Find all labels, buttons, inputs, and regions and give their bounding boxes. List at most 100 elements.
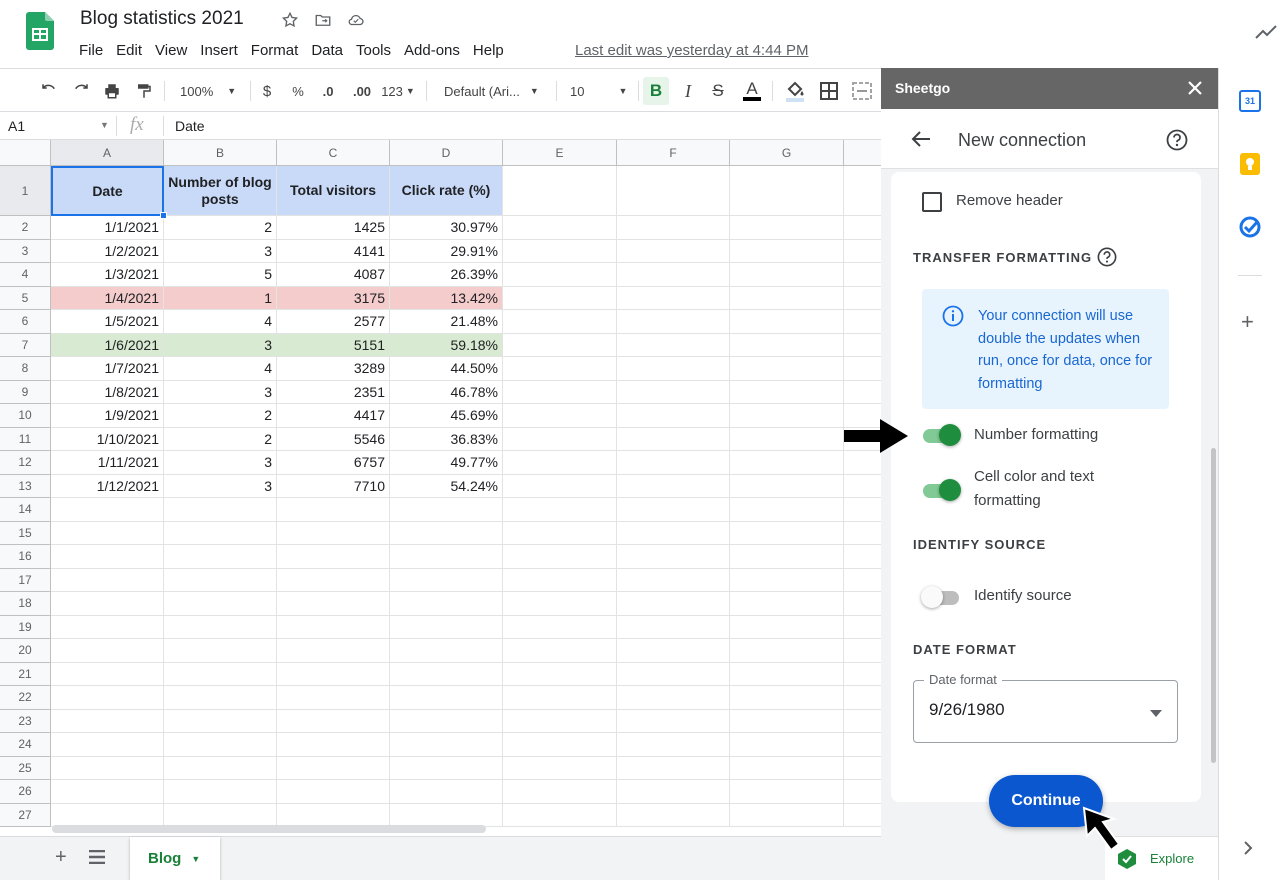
fill-color-icon[interactable]	[782, 69, 808, 113]
empty-cell[interactable]	[844, 663, 881, 686]
help-icon[interactable]	[1166, 129, 1188, 156]
empty-cell[interactable]	[730, 709, 844, 733]
empty-cell[interactable]	[277, 662, 390, 686]
document-title[interactable]: Blog statistics 2021	[80, 8, 244, 30]
empty-cell[interactable]	[503, 709, 617, 733]
empty-cell[interactable]	[617, 639, 730, 663]
empty-cell[interactable]	[503, 733, 617, 757]
empty-cell[interactable]	[844, 804, 881, 827]
empty-cell[interactable]	[617, 333, 730, 357]
empty-cell[interactable]	[617, 380, 730, 404]
chevron-down-icon[interactable]: ▼	[100, 120, 109, 130]
empty-cell[interactable]	[730, 756, 844, 780]
data-cell[interactable]: 2	[164, 216, 277, 240]
empty-cell[interactable]	[503, 521, 617, 545]
close-icon[interactable]	[1187, 80, 1203, 101]
empty-cell[interactable]	[730, 733, 844, 757]
empty-cell[interactable]	[617, 686, 730, 710]
column-header-b[interactable]: B	[164, 140, 277, 166]
empty-cell[interactable]	[844, 545, 881, 569]
data-cell[interactable]: 59.18%	[390, 333, 503, 357]
empty-cell[interactable]	[617, 780, 730, 804]
data-cell[interactable]: 26.39%	[390, 263, 503, 287]
row-header[interactable]: 13	[0, 474, 51, 498]
data-cell[interactable]: 3	[164, 380, 277, 404]
empty-cell[interactable]	[51, 498, 164, 522]
name-box[interactable]: A1	[8, 118, 25, 134]
row-header[interactable]: 11	[0, 427, 51, 451]
empty-cell[interactable]	[51, 686, 164, 710]
empty-cell[interactable]	[617, 756, 730, 780]
row-header[interactable]: 1	[0, 166, 51, 216]
row-header[interactable]: 12	[0, 451, 51, 475]
empty-cell[interactable]	[51, 662, 164, 686]
empty-cell[interactable]	[503, 239, 617, 263]
empty-cell[interactable]	[390, 545, 503, 569]
decrease-decimals-button[interactable]: .0	[316, 69, 340, 113]
row-header[interactable]: 26	[0, 780, 51, 804]
empty-cell[interactable]	[503, 286, 617, 310]
header-cell[interactable]: Total visitors	[277, 166, 390, 216]
empty-cell[interactable]	[503, 803, 617, 827]
empty-cell[interactable]	[277, 709, 390, 733]
column-header-f[interactable]: F	[617, 140, 730, 166]
empty-cell[interactable]	[51, 545, 164, 569]
data-cell[interactable]: 4141	[277, 239, 390, 263]
data-cell[interactable]: 3	[164, 333, 277, 357]
empty-cell[interactable]	[277, 756, 390, 780]
data-cell[interactable]: 3289	[277, 357, 390, 381]
menu-file[interactable]: File	[72, 40, 109, 61]
row-header[interactable]: 16	[0, 545, 51, 569]
identify-source-toggle[interactable]	[921, 585, 961, 609]
empty-cell[interactable]	[617, 615, 730, 639]
date-format-select[interactable]: Date format 9/26/1980	[913, 672, 1178, 743]
empty-cell[interactable]	[390, 662, 503, 686]
empty-cell[interactable]	[51, 615, 164, 639]
row-header[interactable]: 23	[0, 709, 51, 733]
empty-cell[interactable]	[730, 404, 844, 428]
header-cell[interactable]: Click rate (%)	[390, 166, 503, 216]
data-cell[interactable]: 1/12/2021	[51, 474, 164, 498]
data-cell[interactable]: 45.69%	[390, 404, 503, 428]
move-folder-icon[interactable]	[313, 10, 333, 30]
increase-decimals-button[interactable]: .00	[348, 69, 376, 113]
empty-cell[interactable]	[164, 709, 277, 733]
row-header[interactable]: 21	[0, 662, 51, 686]
empty-cell[interactable]	[617, 263, 730, 287]
data-cell[interactable]: 4	[164, 310, 277, 334]
borders-icon[interactable]	[816, 69, 842, 113]
empty-cell[interactable]	[51, 733, 164, 757]
row-header[interactable]: 24	[0, 733, 51, 757]
row-header[interactable]: 18	[0, 592, 51, 616]
data-cell[interactable]: 30.97%	[390, 216, 503, 240]
empty-cell[interactable]	[390, 803, 503, 827]
add-addon-icon[interactable]: +	[1241, 311, 1254, 333]
empty-cell[interactable]	[844, 263, 881, 287]
data-cell[interactable]: 1/10/2021	[51, 427, 164, 451]
empty-cell[interactable]	[730, 427, 844, 451]
empty-cell[interactable]	[503, 568, 617, 592]
empty-cell[interactable]	[503, 451, 617, 475]
column-header-c[interactable]: C	[277, 140, 390, 166]
currency-button[interactable]: $	[256, 69, 278, 113]
bold-icon[interactable]: B	[643, 77, 669, 105]
empty-cell[interactable]	[503, 639, 617, 663]
empty-cell[interactable]	[617, 474, 730, 498]
empty-cell[interactable]	[503, 686, 617, 710]
empty-cell[interactable]	[617, 592, 730, 616]
empty-cell[interactable]	[617, 239, 730, 263]
data-cell[interactable]: 6757	[277, 451, 390, 475]
data-cell[interactable]: 5	[164, 263, 277, 287]
empty-cell[interactable]	[164, 756, 277, 780]
panel-scrollbar[interactable]	[1211, 448, 1216, 763]
empty-cell[interactable]	[617, 216, 730, 240]
data-cell[interactable]: 3	[164, 474, 277, 498]
empty-cell[interactable]	[617, 545, 730, 569]
star-icon[interactable]	[280, 10, 300, 30]
strikethrough-icon[interactable]: S	[706, 69, 730, 113]
empty-cell[interactable]	[277, 780, 390, 804]
select-all-corner[interactable]	[0, 140, 51, 166]
tab-blog[interactable]: Blog ▼	[130, 837, 220, 880]
empty-cell[interactable]	[617, 357, 730, 381]
cloud-status-icon[interactable]	[346, 10, 366, 30]
